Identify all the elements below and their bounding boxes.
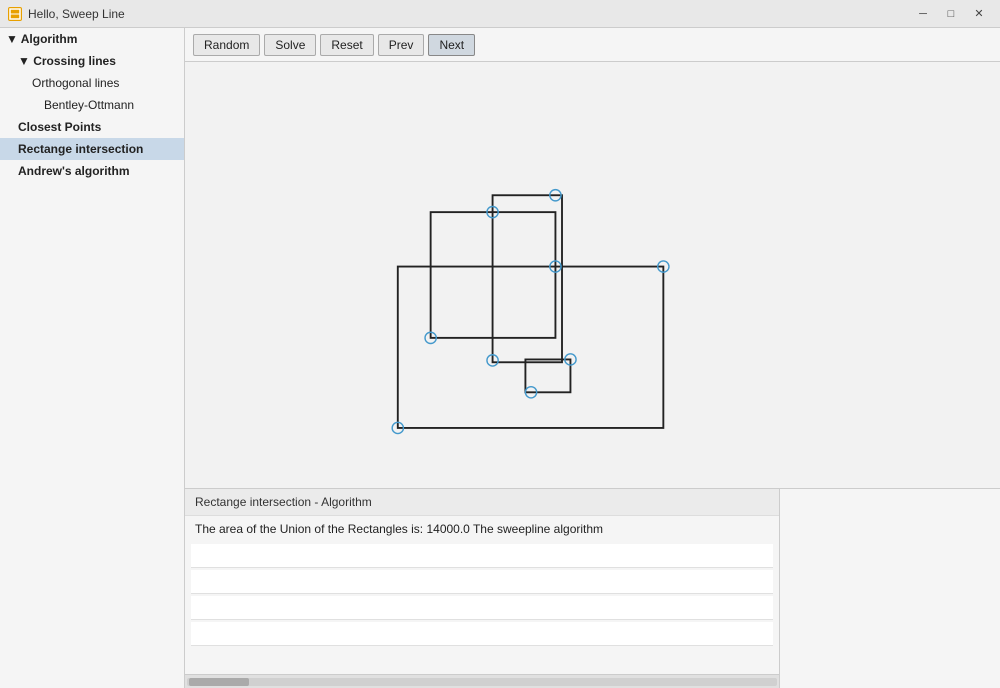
scrollbar-thumb[interactable] bbox=[189, 678, 249, 686]
content-area: RandomSolveResetPrevNext bbox=[185, 28, 1000, 688]
close-button[interactable]: ✕ bbox=[966, 4, 992, 24]
bottom-lines bbox=[185, 542, 779, 674]
sidebar-item-closest-points[interactable]: Closest Points bbox=[0, 116, 184, 138]
bottom-line-2 bbox=[191, 570, 773, 594]
window-title: Hello, Sweep Line bbox=[28, 7, 125, 21]
solve-btn[interactable]: Solve bbox=[264, 34, 316, 56]
sidebar-item-crossing-lines[interactable]: ▼ Crossing lines bbox=[0, 50, 184, 72]
reset-btn[interactable]: Reset bbox=[320, 34, 373, 56]
scrollbar-track[interactable] bbox=[187, 678, 777, 686]
title-bar-left: Hello, Sweep Line bbox=[8, 7, 125, 21]
toolbar: RandomSolveResetPrevNext bbox=[185, 28, 1000, 62]
maximize-button[interactable]: □ bbox=[938, 4, 964, 24]
bottom-line-4 bbox=[191, 622, 773, 646]
prev-btn[interactable]: Prev bbox=[378, 34, 425, 56]
bottom-panel-text: The area of the Union of the Rectangles … bbox=[185, 516, 779, 542]
sidebar-item-rectange-intersection[interactable]: Rectange intersection bbox=[0, 138, 184, 160]
main-layout: ▼ Algorithm▼ Crossing linesOrthogonal li… bbox=[0, 28, 1000, 688]
window-controls: ─ □ ✕ bbox=[910, 4, 992, 24]
bottom-scrollbar[interactable] bbox=[185, 674, 779, 688]
bottom-left: Rectange intersection - Algorithm The ar… bbox=[185, 489, 780, 688]
sidebar-item-andrews-algorithm[interactable]: Andrew's algorithm bbox=[0, 160, 184, 182]
app-icon bbox=[8, 7, 22, 21]
bottom-panel-header: Rectange intersection - Algorithm bbox=[185, 489, 779, 516]
sidebar-item-orthogonal-lines[interactable]: Orthogonal lines bbox=[0, 72, 184, 94]
title-bar: Hello, Sweep Line ─ □ ✕ bbox=[0, 0, 1000, 28]
minimize-button[interactable]: ─ bbox=[910, 4, 936, 24]
bottom-panel: Rectange intersection - Algorithm The ar… bbox=[185, 488, 1000, 688]
canvas-svg bbox=[185, 62, 1000, 488]
canvas-area[interactable] bbox=[185, 62, 1000, 488]
sidebar-item-bentley-ottmann[interactable]: Bentley-Ottmann bbox=[0, 94, 184, 116]
bottom-right bbox=[780, 489, 1000, 688]
next-btn[interactable]: Next bbox=[428, 34, 475, 56]
sidebar-item-algorithm[interactable]: ▼ Algorithm bbox=[0, 28, 184, 50]
bottom-line-3 bbox=[191, 596, 773, 620]
bottom-line-1 bbox=[191, 544, 773, 568]
random-btn[interactable]: Random bbox=[193, 34, 260, 56]
sidebar: ▼ Algorithm▼ Crossing linesOrthogonal li… bbox=[0, 28, 185, 688]
